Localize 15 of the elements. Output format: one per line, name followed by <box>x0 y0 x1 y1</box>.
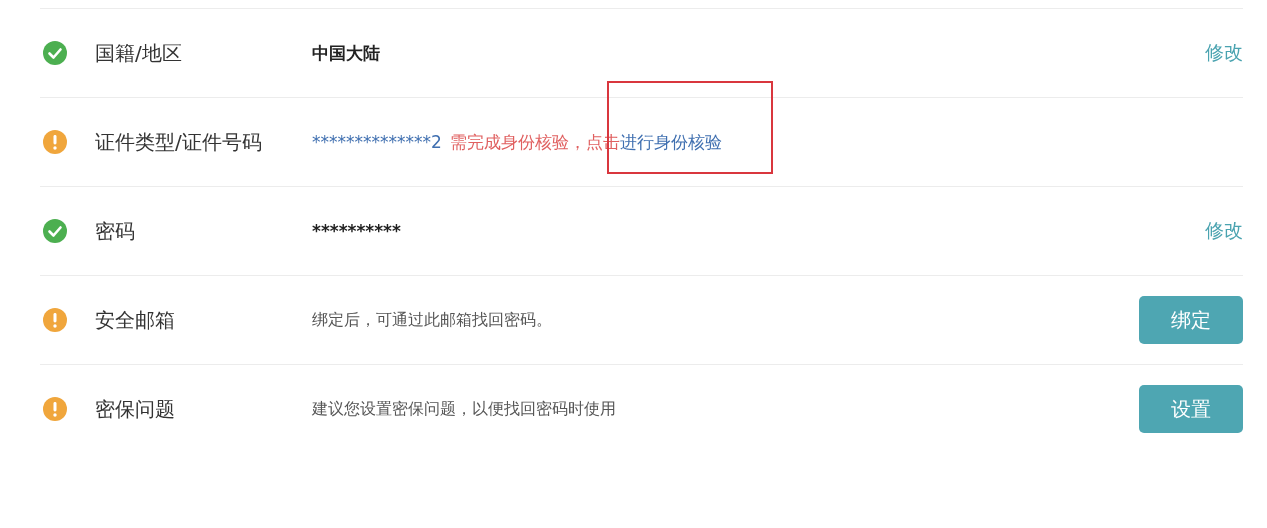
masked-id-number: **************2 <box>312 132 442 152</box>
action-button[interactable]: 设置 <box>1139 385 1243 433</box>
row-label: 证件类型/证件号码 <box>95 128 263 156</box>
edit-link[interactable]: 修改 <box>1205 40 1243 66</box>
verify-link[interactable]: 进行身份核验 <box>619 130 722 154</box>
row-label: 安全邮箱 <box>95 306 176 334</box>
edit-link[interactable]: 修改 <box>1205 218 1243 244</box>
action-button[interactable]: 绑定 <box>1139 296 1243 344</box>
row-label: 密保问题 <box>95 395 176 423</box>
hint-text: 绑定后，可通过此邮箱找回密码。 <box>312 309 552 331</box>
field-value: 中国大陆 <box>312 41 380 65</box>
row-label: 国籍/地区 <box>95 39 183 67</box>
field-value: ********** <box>312 221 401 241</box>
row-label: 密码 <box>95 217 136 245</box>
hint-text: 建议您设置密保问题，以便找回密码时使用 <box>312 398 616 420</box>
